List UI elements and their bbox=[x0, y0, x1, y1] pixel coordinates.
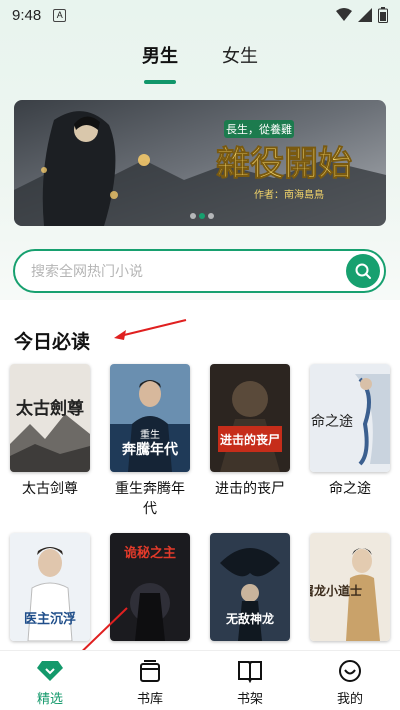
nav-label: 精选 bbox=[36, 692, 63, 707]
status-bar: 9:48 A bbox=[0, 0, 400, 30]
nav-label: 我的 bbox=[336, 692, 363, 707]
annotation-arrow-section bbox=[114, 319, 187, 340]
cover-title: 医主沉浮 bbox=[24, 611, 76, 627]
banner-dot-2 bbox=[199, 213, 205, 219]
status-indicators bbox=[336, 7, 388, 23]
banner-dot-3 bbox=[208, 213, 214, 219]
cover-title: 奔騰年代 bbox=[121, 441, 178, 458]
status-time: 9:48 bbox=[12, 6, 42, 24]
book-cover[interactable]: 屠龙小道士 bbox=[310, 533, 390, 641]
signal-icon bbox=[358, 8, 372, 22]
book-title[interactable]: 进击的丧尸 bbox=[210, 479, 290, 499]
search-bar[interactable]: 搜索全网热门小说 bbox=[13, 249, 386, 293]
book-cover[interactable]: 医主沉浮 bbox=[10, 533, 90, 641]
section-title: 今日必读 bbox=[14, 331, 91, 353]
gender-tabs: 男生 女生 bbox=[0, 40, 400, 80]
bottom-navigation: 精选 书库 书架 我的 bbox=[0, 650, 400, 710]
book-title[interactable]: 命之途 bbox=[310, 479, 390, 499]
cover-title: 诡秘之主 bbox=[124, 545, 176, 561]
book-title[interactable]: 太古剑尊 bbox=[10, 479, 90, 499]
nav-label: 书库 bbox=[136, 692, 163, 707]
tab-male[interactable]: 男生 bbox=[142, 40, 178, 80]
battery-icon bbox=[378, 7, 388, 23]
cover-title: 命之途 bbox=[311, 413, 353, 430]
banner-author: 作者：南海島鳥 bbox=[254, 188, 324, 201]
search-input[interactable]: 搜索全网热门小说 bbox=[31, 261, 143, 281]
promo-banner[interactable]: 長生，從養雞 雜役開始 作者：南海島鳥 bbox=[14, 100, 386, 226]
book-card[interactable]: 命之途 命之途 bbox=[310, 364, 390, 519]
book-card[interactable]: 重生 奔騰年代 重生奔腾年代 bbox=[110, 364, 190, 519]
book-card[interactable]: 进击的丧尸 进击的丧尸 bbox=[210, 364, 290, 519]
book-cover[interactable]: 命之途 bbox=[310, 364, 390, 472]
nav-library[interactable]: 书库 bbox=[100, 651, 200, 710]
smile-icon bbox=[338, 658, 362, 684]
notification-a-icon: A bbox=[53, 8, 67, 22]
diamond-icon bbox=[36, 658, 64, 684]
banner-title: 雜役開始 bbox=[216, 144, 352, 184]
nav-profile[interactable]: 我的 bbox=[300, 651, 400, 710]
book-cover[interactable]: 重生 奔騰年代 bbox=[110, 364, 190, 472]
cover-subtitle: 重生 bbox=[140, 428, 160, 441]
wifi-icon bbox=[336, 8, 352, 21]
book-cover[interactable]: 诡秘之主 bbox=[110, 533, 190, 641]
cover-title: 进击的丧尸 bbox=[220, 432, 280, 447]
book-grid-row-2: 医主沉浮 诡秘之主 无敌神龙 屠龙小道士 bbox=[10, 533, 394, 641]
book-title[interactable]: 重生奔腾年代 bbox=[110, 479, 190, 519]
nav-featured[interactable]: 精选 bbox=[0, 651, 100, 710]
cover-title: 屠龙小道士 bbox=[310, 583, 362, 598]
tab-female[interactable]: 女生 bbox=[222, 40, 258, 80]
book-card[interactable]: 太古劍尊 太古剑尊 bbox=[10, 364, 90, 519]
library-icon bbox=[138, 658, 162, 684]
book-grid-row-1: 太古劍尊 太古剑尊 重生 奔騰年代 重生奔腾年代 进击的丧尸 进击的丧尸 命之途… bbox=[10, 364, 394, 519]
book-cover[interactable]: 进击的丧尸 bbox=[210, 364, 290, 472]
nav-bookshelf[interactable]: 书架 bbox=[200, 651, 300, 710]
search-icon bbox=[355, 263, 371, 279]
book-cover[interactable]: 无敌神龙 bbox=[210, 533, 290, 641]
cover-title: 无敌神龙 bbox=[225, 611, 274, 626]
cover-title: 太古劍尊 bbox=[16, 398, 84, 419]
book-icon bbox=[237, 658, 263, 684]
banner-artwork: 長生，從養雞 雜役開始 作者：南海島鳥 bbox=[14, 100, 386, 226]
banner-subtitle: 長生，從養雞 bbox=[226, 122, 292, 136]
banner-dot-1 bbox=[190, 213, 196, 219]
search-button[interactable] bbox=[346, 254, 380, 288]
nav-label: 书架 bbox=[236, 692, 263, 707]
book-cover[interactable]: 太古劍尊 bbox=[10, 364, 90, 472]
